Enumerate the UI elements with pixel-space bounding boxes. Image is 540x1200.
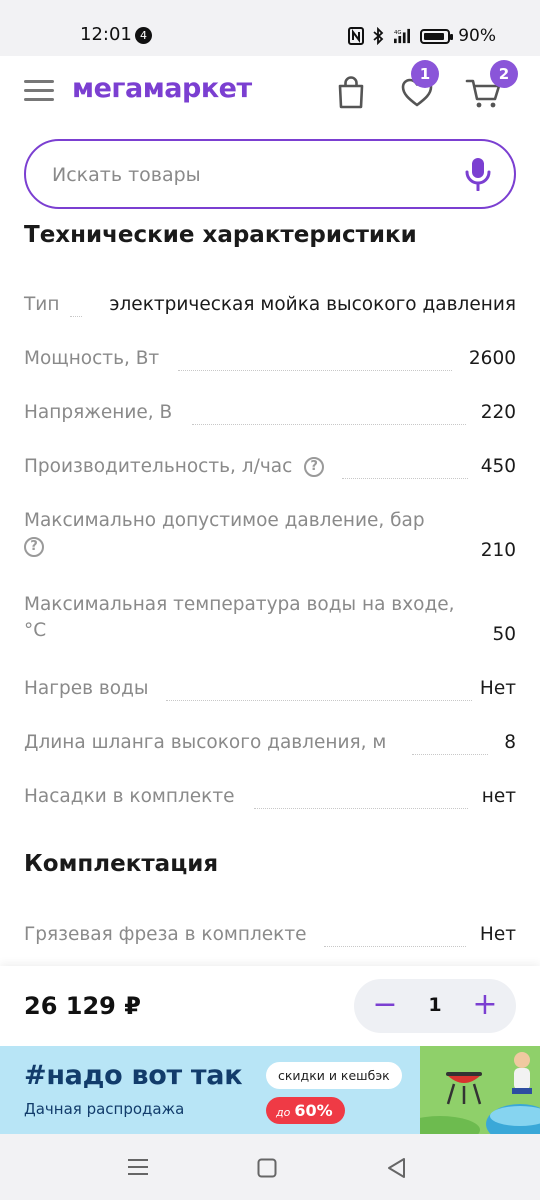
kit-row-mud-cutter: Грязевая фреза в комплекте Нет — [24, 924, 516, 950]
spec-row-power: Мощность, Вт 2600 — [24, 348, 516, 374]
spec-label: Максимально допустимое давление, бар — [24, 510, 425, 531]
recent-apps-icon[interactable] — [127, 1158, 149, 1176]
spec-row-voltage: Напряжение, В 220 — [24, 402, 516, 428]
product-price: 26 129 ₽ — [24, 992, 141, 1020]
kit-section-title: Комплектация — [24, 851, 219, 877]
nfc-icon — [348, 27, 365, 45]
spec-row-water-heating: Нагрев воды Нет — [24, 678, 516, 704]
logo[interactable]: мегамаркет — [72, 73, 252, 104]
banner-tag-discounts: скидки и кешбэк — [266, 1062, 402, 1089]
spec-value: 220 — [480, 402, 516, 423]
help-icon[interactable]: ? — [24, 537, 44, 557]
spec-value: Нет — [479, 678, 516, 699]
spec-value: 450 — [480, 456, 516, 477]
banner-tag-sale: до 60% — [266, 1097, 345, 1124]
spec-label: Производительность, л/час — [24, 456, 293, 477]
spec-row-max-pressure: Максимально допустимое давление, бар ? 2… — [24, 510, 516, 564]
quantity-stepper: − 1 + — [354, 979, 516, 1033]
quantity-value[interactable]: 1 — [414, 994, 456, 1016]
spec-value: нет — [481, 786, 516, 807]
promo-banner[interactable]: #надо вот так Дачная распродажа скидки и… — [0, 1046, 540, 1134]
battery-percent: 90% — [458, 26, 496, 46]
spec-label: Длина шланга высокого давления, м — [24, 732, 387, 753]
home-icon[interactable] — [257, 1158, 277, 1178]
battery-icon — [420, 28, 454, 44]
bluetooth-icon — [373, 27, 384, 45]
banner-hashtag: #надо вот так — [24, 1060, 243, 1091]
search-bar[interactable] — [24, 139, 516, 209]
spec-value: 8 — [504, 732, 516, 753]
spec-label-unit: °С — [24, 620, 47, 641]
back-icon[interactable] — [386, 1157, 406, 1179]
microphone-icon[interactable] — [464, 157, 492, 191]
banner-tag-sale-prefix: до — [276, 1106, 291, 1119]
spec-label: Нагрев воды — [24, 678, 149, 699]
status-time: 12:01 — [80, 24, 132, 45]
favorites-count-badge: 1 — [411, 60, 439, 88]
increase-quantity-button[interactable]: + — [466, 987, 504, 1025]
grill-pool-illustration — [420, 1046, 540, 1134]
specs-section-title: Технические характеристики — [24, 222, 417, 248]
shopping-bag-icon[interactable] — [333, 74, 369, 110]
spec-row-type: Тип электрическая мойка высокого давлени… — [24, 294, 516, 320]
spec-value: Нет — [479, 924, 516, 945]
system-nav-bar — [0, 1134, 540, 1200]
spec-value: 2600 — [468, 348, 516, 369]
buy-bar: 26 129 ₽ − 1 + — [0, 966, 540, 1046]
spec-label: Насадки в комплекте — [24, 786, 235, 807]
spec-label: Тип — [24, 294, 60, 315]
search-input[interactable] — [52, 161, 452, 189]
help-icon[interactable]: ? — [304, 457, 325, 477]
status-bar: 12:01 4 4G 90% — [0, 0, 540, 56]
spec-value: 210 — [480, 540, 516, 561]
decrease-quantity-button[interactable]: − — [366, 987, 404, 1025]
app-header: мегамаркет 1 2 — [0, 56, 540, 126]
spec-value: электрическая мойка высокого давления — [109, 294, 516, 315]
spec-row-nozzles: Насадки в комплекте нет — [24, 786, 516, 812]
spec-row-throughput: Производительность, л/час ? 450 — [24, 456, 516, 482]
cart-count-badge: 2 — [490, 60, 518, 88]
banner-tag-sale-value: 60% — [294, 1101, 333, 1120]
spec-label: Максимальная температура воды на входе, — [24, 594, 455, 615]
spec-row-hose-length: Длина шланга высокого давления, м 8 — [24, 732, 516, 758]
spec-label: Напряжение, В — [24, 402, 173, 423]
spec-row-max-water-temp: Максимальная температура воды на входе, … — [24, 594, 516, 648]
spec-value: 50 — [492, 624, 516, 645]
banner-subtitle: Дачная распродажа — [24, 1100, 185, 1118]
menu-icon[interactable] — [24, 80, 54, 102]
spec-label: Мощность, Вт — [24, 348, 160, 369]
svg-text:4G: 4G — [394, 30, 402, 36]
signal-icon: 4G — [394, 28, 411, 44]
spec-label: Грязевая фреза в комплекте — [24, 924, 307, 945]
status-indicators: 4G 90% — [348, 24, 496, 48]
notification-count-badge: 4 — [135, 27, 152, 44]
